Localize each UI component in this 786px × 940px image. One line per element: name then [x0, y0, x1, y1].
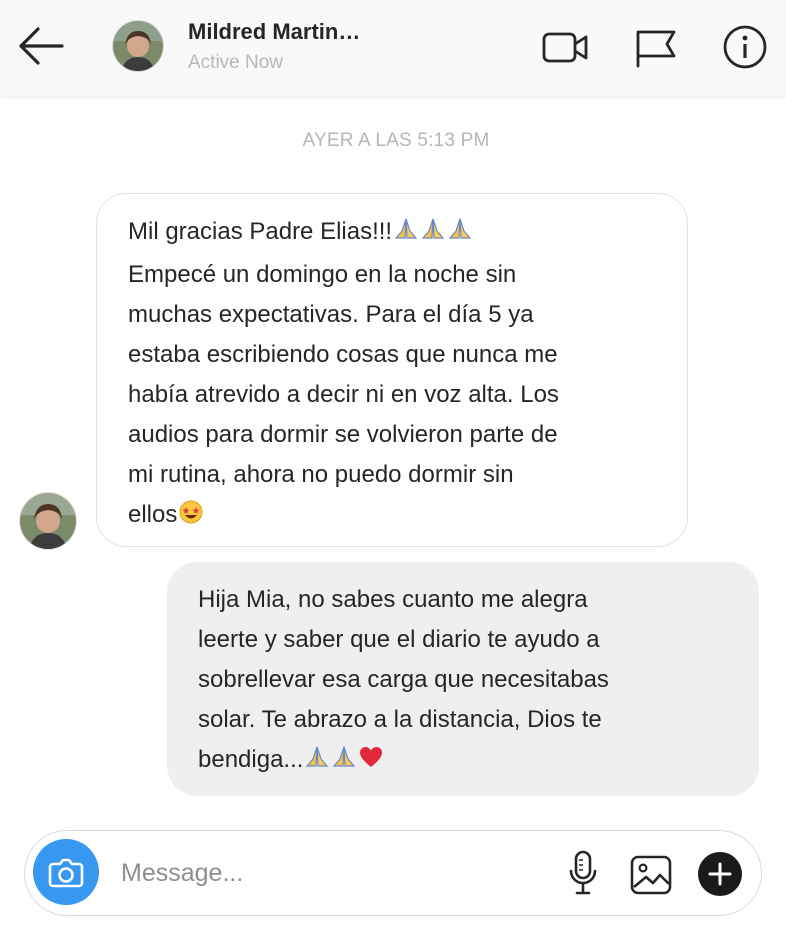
message-line: mi rutina, ahora no puedo dormir sin [128, 461, 514, 488]
message-line: leerte y saber que el diario te ayudo a [198, 626, 600, 653]
avatar-photo [113, 21, 163, 71]
report-button[interactable] [630, 22, 680, 72]
star-struck-emoji [178, 498, 204, 538]
outgoing-message-text: Hija Mia, no sabes cuanto me alegra leer… [198, 580, 738, 783]
chat-header: Mildred Martin… Active Now [0, 0, 786, 96]
video-call-button[interactable] [540, 22, 590, 72]
info-icon [723, 25, 767, 69]
message-line: solar. Te abrazo a la distancia, Dios te [198, 706, 602, 733]
contact-avatar[interactable] [112, 20, 164, 72]
folded-hands-emoji [393, 215, 419, 255]
folded-hands-emoji [420, 215, 446, 255]
more-options-button[interactable] [697, 851, 743, 897]
incoming-message-text: Mil gracias Padre Elias!!! Empecé un dom… [128, 212, 668, 538]
flag-icon [636, 30, 676, 68]
message-line: audios para dormir se volvieron parte de [128, 421, 558, 448]
message-line: muchas expectativas. Para el día 5 ya [128, 301, 534, 328]
microphone-icon [569, 850, 597, 895]
outgoing-message-bubble[interactable]: Hija Mia, no sabes cuanto me alegra leer… [167, 562, 759, 796]
incoming-message-bubble[interactable]: Mil gracias Padre Elias!!! Empecé un dom… [96, 193, 688, 547]
message-line: Mil gracias Padre Elias!!! [128, 218, 393, 245]
red-heart-emoji [358, 743, 384, 783]
voice-message-button[interactable] [563, 849, 603, 897]
video-camera-icon [542, 32, 588, 63]
camera-button[interactable] [33, 839, 99, 905]
message-line: bendiga... [198, 746, 304, 773]
camera-icon [48, 858, 84, 888]
image-icon [630, 855, 672, 895]
contact-name[interactable]: Mildred Martin… [188, 19, 360, 45]
folded-hands-emoji [447, 215, 473, 255]
chat-screen: Mildred Martin… Active Now AYER A LAS 5:… [0, 0, 786, 940]
info-button[interactable] [720, 22, 770, 72]
message-line: estaba escribiendo cosas que nunca me [128, 341, 558, 368]
sender-avatar[interactable] [19, 492, 77, 550]
message-line: Hija Mia, no sabes cuanto me alegra [198, 586, 588, 613]
message-line: había atrevido a decir ni en voz alta. L… [128, 381, 559, 408]
active-status: Active Now [188, 52, 284, 73]
back-button[interactable] [14, 22, 70, 70]
message-composer [24, 830, 762, 916]
message-input[interactable] [121, 853, 541, 893]
message-line: Empecé un domingo en la noche sin [128, 261, 517, 288]
message-line: ellos [128, 501, 178, 528]
message-line: sobrellevar esa carga que necesitabas [198, 666, 609, 693]
gallery-button[interactable] [629, 853, 673, 897]
avatar-photo [20, 493, 76, 549]
folded-hands-emoji [331, 743, 357, 783]
folded-hands-emoji [304, 743, 330, 783]
arrow-left-icon [19, 27, 64, 65]
thread-timestamp: AYER A LAS 5:13 PM [302, 130, 490, 151]
plus-circle-icon [698, 852, 742, 896]
